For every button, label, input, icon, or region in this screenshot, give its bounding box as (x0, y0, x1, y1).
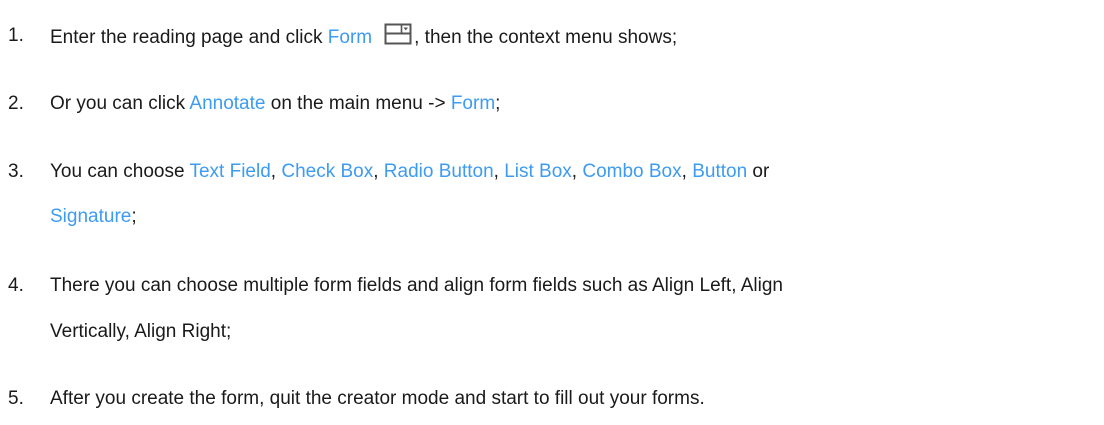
step-text: You can choose (50, 161, 190, 182)
list-box-link[interactable]: List Box (504, 161, 572, 182)
step-text: Vertically, Align Right; (50, 321, 232, 342)
step-number: 4. (8, 275, 24, 296)
instruction-steps: 1. Enter the reading page and click Form… (0, 0, 1104, 425)
check-box-link[interactable]: Check Box (281, 161, 373, 182)
step-text: There you can choose multiple form field… (50, 275, 783, 296)
form-link[interactable]: Form (451, 93, 495, 114)
button-link[interactable]: Button (692, 161, 747, 182)
step-number: 1. (8, 25, 24, 46)
step-text: After you create the form, quit the crea… (50, 388, 705, 409)
radio-button-link[interactable]: Radio Button (384, 161, 494, 182)
step-number: 3. (8, 161, 24, 182)
step-text: , then the context menu shows; (414, 27, 678, 48)
step-text: Enter the reading page and click (50, 27, 328, 48)
step-text: ; (495, 93, 501, 114)
text-field-link[interactable]: Text Field (189, 161, 270, 182)
signature-link[interactable]: Signature (50, 206, 131, 227)
step-number: 2. (8, 93, 24, 114)
step-text: on the main menu -> (265, 93, 451, 114)
step-text: or (747, 161, 770, 182)
annotate-link[interactable]: Annotate (189, 93, 265, 114)
form-link[interactable]: Form (328, 27, 372, 48)
step-text: Or you can click (50, 93, 190, 114)
step-text: ; (131, 206, 137, 227)
step-number: 5. (8, 388, 24, 409)
combo-box-link[interactable]: Combo Box (582, 161, 681, 182)
form-icon (384, 23, 412, 45)
